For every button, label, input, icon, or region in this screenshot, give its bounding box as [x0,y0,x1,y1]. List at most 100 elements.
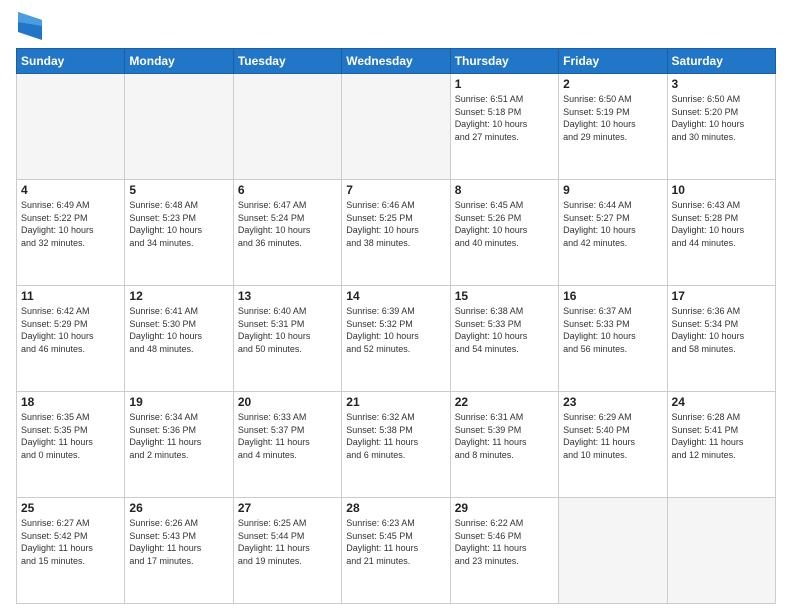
day-info: Sunrise: 6:31 AM Sunset: 5:39 PM Dayligh… [455,411,554,461]
calendar-cell: 17 Sunrise: 6:36 AM Sunset: 5:34 PM Dayli… [667,286,775,392]
day-info: Sunrise: 6:28 AM Sunset: 5:41 PM Dayligh… [672,411,771,461]
day-info: Sunrise: 6:29 AM Sunset: 5:40 PM Dayligh… [563,411,662,461]
day-header-monday: Monday [125,49,233,74]
day-header-saturday: Saturday [667,49,775,74]
calendar-cell [342,74,450,180]
day-info: Sunrise: 6:50 AM Sunset: 5:19 PM Dayligh… [563,93,662,143]
day-number: 2 [563,77,662,91]
day-number: 19 [129,395,228,409]
calendar-cell: 7 Sunrise: 6:46 AM Sunset: 5:25 PM Daylig… [342,180,450,286]
day-number: 29 [455,501,554,515]
day-info: Sunrise: 6:26 AM Sunset: 5:43 PM Dayligh… [129,517,228,567]
day-header-wednesday: Wednesday [342,49,450,74]
header [16,16,776,40]
day-number: 5 [129,183,228,197]
calendar-cell [125,74,233,180]
calendar-week-4: 25 Sunrise: 6:27 AM Sunset: 5:42 PM Dayli… [17,498,776,604]
day-number: 9 [563,183,662,197]
calendar-cell: 4 Sunrise: 6:49 AM Sunset: 5:22 PM Daylig… [17,180,125,286]
day-header-sunday: Sunday [17,49,125,74]
day-info: Sunrise: 6:23 AM Sunset: 5:45 PM Dayligh… [346,517,445,567]
calendar-cell: 12Sunrise: 6:41 AM Sunset: 5:30 PM Dayli… [125,286,233,392]
calendar-week-0: 1Sunrise: 6:51 AM Sunset: 5:18 PM Daylig… [17,74,776,180]
day-number: 24 [672,395,771,409]
day-info: Sunrise: 6:38 AM Sunset: 5:33 PM Dayligh… [455,305,554,355]
calendar-cell: 28 Sunrise: 6:23 AM Sunset: 5:45 PM Dayli… [342,498,450,604]
logo [16,16,42,40]
calendar-cell [559,498,667,604]
day-number: 13 [238,289,337,303]
calendar-week-1: 4 Sunrise: 6:49 AM Sunset: 5:22 PM Daylig… [17,180,776,286]
day-number: 27 [238,501,337,515]
day-number: 26 [129,501,228,515]
calendar-week-2: 11 Sunrise: 6:42 AM Sunset: 5:29 PM Dayli… [17,286,776,392]
day-header-thursday: Thursday [450,49,558,74]
day-info: Sunrise: 6:22 AM Sunset: 5:46 PM Dayligh… [455,517,554,567]
day-info: Sunrise: 6:46 AM Sunset: 5:25 PM Dayligh… [346,199,445,249]
day-header-tuesday: Tuesday [233,49,341,74]
calendar-cell: 16Sunrise: 6:37 AM Sunset: 5:33 PM Dayli… [559,286,667,392]
day-info: Sunrise: 6:25 AM Sunset: 5:44 PM Dayligh… [238,517,337,567]
calendar-cell [667,498,775,604]
calendar-cell: 22 Sunrise: 6:31 AM Sunset: 5:39 PM Dayli… [450,392,558,498]
calendar-cell: 29 Sunrise: 6:22 AM Sunset: 5:46 PM Dayli… [450,498,558,604]
day-number: 20 [238,395,337,409]
day-number: 22 [455,395,554,409]
calendar-cell [17,74,125,180]
day-number: 21 [346,395,445,409]
calendar-cell: 14Sunrise: 6:39 AM Sunset: 5:32 PM Dayli… [342,286,450,392]
day-info: Sunrise: 6:41 AM Sunset: 5:30 PM Dayligh… [129,305,228,355]
day-number: 4 [21,183,120,197]
day-info: Sunrise: 6:36 AM Sunset: 5:34 PM Dayligh… [672,305,771,355]
day-info: Sunrise: 6:32 AM Sunset: 5:38 PM Dayligh… [346,411,445,461]
calendar-cell: 5 Sunrise: 6:48 AM Sunset: 5:23 PM Daylig… [125,180,233,286]
calendar-cell: 19 Sunrise: 6:34 AM Sunset: 5:36 PM Dayli… [125,392,233,498]
calendar-table: SundayMondayTuesdayWednesdayThursdayFrid… [16,48,776,604]
day-info: Sunrise: 6:43 AM Sunset: 5:28 PM Dayligh… [672,199,771,249]
day-info: Sunrise: 6:50 AM Sunset: 5:20 PM Dayligh… [672,93,771,143]
calendar-week-3: 18 Sunrise: 6:35 AM Sunset: 5:35 PM Dayli… [17,392,776,498]
day-number: 7 [346,183,445,197]
calendar-cell: 18 Sunrise: 6:35 AM Sunset: 5:35 PM Dayli… [17,392,125,498]
calendar-cell: 26 Sunrise: 6:26 AM Sunset: 5:43 PM Dayli… [125,498,233,604]
day-info: Sunrise: 6:48 AM Sunset: 5:23 PM Dayligh… [129,199,228,249]
calendar-cell: 27 Sunrise: 6:25 AM Sunset: 5:44 PM Dayli… [233,498,341,604]
calendar-cell: 23 Sunrise: 6:29 AM Sunset: 5:40 PM Dayli… [559,392,667,498]
day-number: 18 [21,395,120,409]
calendar-cell [233,74,341,180]
day-info: Sunrise: 6:37 AM Sunset: 5:33 PM Dayligh… [563,305,662,355]
calendar-cell: 8Sunrise: 6:45 AM Sunset: 5:26 PM Daylig… [450,180,558,286]
calendar-cell: 24 Sunrise: 6:28 AM Sunset: 5:41 PM Dayli… [667,392,775,498]
day-info: Sunrise: 6:34 AM Sunset: 5:36 PM Dayligh… [129,411,228,461]
calendar-cell: 9Sunrise: 6:44 AM Sunset: 5:27 PM Daylig… [559,180,667,286]
calendar-page: SundayMondayTuesdayWednesdayThursdayFrid… [0,0,792,612]
calendar-cell: 3 Sunrise: 6:50 AM Sunset: 5:20 PM Daylig… [667,74,775,180]
day-info: Sunrise: 6:33 AM Sunset: 5:37 PM Dayligh… [238,411,337,461]
calendar-cell: 2 Sunrise: 6:50 AM Sunset: 5:19 PM Daylig… [559,74,667,180]
day-number: 23 [563,395,662,409]
day-info: Sunrise: 6:49 AM Sunset: 5:22 PM Dayligh… [21,199,120,249]
day-info: Sunrise: 6:47 AM Sunset: 5:24 PM Dayligh… [238,199,337,249]
day-number: 15 [455,289,554,303]
calendar-cell: 11 Sunrise: 6:42 AM Sunset: 5:29 PM Dayli… [17,286,125,392]
calendar-cell: 25 Sunrise: 6:27 AM Sunset: 5:42 PM Dayli… [17,498,125,604]
day-number: 11 [21,289,120,303]
calendar-cell: 6 Sunrise: 6:47 AM Sunset: 5:24 PM Daylig… [233,180,341,286]
day-number: 1 [455,77,554,91]
logo-icon [18,12,42,40]
day-number: 10 [672,183,771,197]
calendar-cell: 15 Sunrise: 6:38 AM Sunset: 5:33 PM Dayli… [450,286,558,392]
day-info: Sunrise: 6:27 AM Sunset: 5:42 PM Dayligh… [21,517,120,567]
day-header-friday: Friday [559,49,667,74]
day-info: Sunrise: 6:39 AM Sunset: 5:32 PM Dayligh… [346,305,445,355]
calendar-cell: 10 Sunrise: 6:43 AM Sunset: 5:28 PM Dayli… [667,180,775,286]
day-number: 25 [21,501,120,515]
day-info: Sunrise: 6:42 AM Sunset: 5:29 PM Dayligh… [21,305,120,355]
day-number: 28 [346,501,445,515]
calendar-header-row: SundayMondayTuesdayWednesdayThursdayFrid… [17,49,776,74]
day-number: 3 [672,77,771,91]
day-info: Sunrise: 6:40 AM Sunset: 5:31 PM Dayligh… [238,305,337,355]
day-number: 17 [672,289,771,303]
day-number: 6 [238,183,337,197]
day-info: Sunrise: 6:35 AM Sunset: 5:35 PM Dayligh… [21,411,120,461]
